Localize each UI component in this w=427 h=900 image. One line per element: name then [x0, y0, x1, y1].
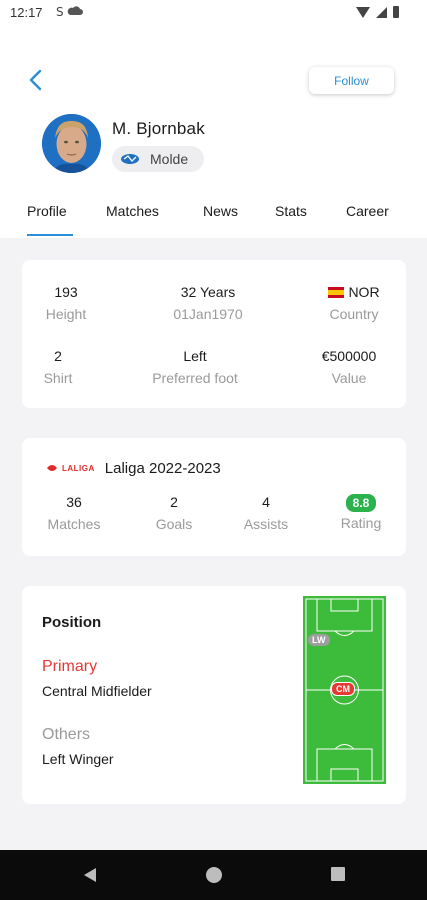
stat-foot: Left Preferred foot — [130, 348, 260, 386]
assists-value: 4 — [262, 494, 270, 510]
club-crest-icon — [121, 154, 139, 164]
tab-news[interactable]: News — [203, 203, 238, 219]
status-bar: 12:17 S — [0, 0, 427, 28]
primary-position: Central Midfielder — [42, 683, 152, 699]
battery-icon — [393, 6, 399, 18]
tab-stats[interactable]: Stats — [275, 203, 307, 219]
stat-age: 32 Years 01Jan1970 — [143, 284, 273, 322]
header-area: 12:17 S Follow M. Bjornbak Molde Profile… — [0, 0, 427, 238]
season-stats-card[interactable]: LALIGA Laliga 2022-2023 36 Matches 2 Goa… — [22, 438, 406, 556]
nav-recents-button[interactable] — [330, 866, 346, 887]
height-label: Height — [45, 306, 87, 322]
position-card: Position Primary Central Midfielder Othe… — [22, 586, 406, 804]
laliga-logo-icon — [47, 465, 57, 471]
nav-home-button[interactable] — [205, 866, 223, 889]
stat-shirt: 2 Shirt — [22, 348, 94, 386]
player-name: M. Bjornbak — [112, 119, 205, 138]
country-label: Country — [329, 306, 379, 322]
signal-icon — [376, 6, 387, 18]
rating-badge: 8.8 — [345, 494, 377, 512]
country-value: NOR — [314, 284, 394, 300]
stat-goals: 2 Goals — [136, 494, 212, 532]
market-value-label: Value — [331, 370, 367, 386]
tab-profile[interactable]: Profile — [27, 203, 67, 219]
foot-label: Preferred foot — [152, 370, 238, 386]
matches-label: Matches — [47, 516, 101, 532]
wifi-icon — [356, 6, 370, 18]
goals-label: Goals — [155, 516, 193, 532]
chevron-left-icon — [29, 69, 42, 91]
stat-country: NOR Country — [314, 284, 394, 322]
assists-label: Assists — [243, 516, 289, 532]
cloud-icon — [67, 6, 83, 15]
badge-lw: LW — [308, 634, 330, 646]
league-title: Laliga 2022-2023 — [104, 460, 221, 477]
stat-market-value: €500000 Value — [310, 348, 388, 386]
goals-value: 2 — [170, 494, 178, 510]
pitch-diagram: LW CM — [303, 596, 386, 784]
stat-assists: 4 Assists — [228, 494, 304, 532]
birthdate-label: 01Jan1970 — [173, 306, 243, 322]
stat-matches: 36 Matches — [36, 494, 112, 532]
tab-matches[interactable]: Matches — [106, 203, 159, 219]
back-button[interactable] — [24, 66, 48, 94]
laliga-logo: LALIGA — [46, 463, 95, 474]
badge-cm: CM — [331, 682, 355, 696]
player-info-card: 193 Height 32 Years 01Jan1970 NOR Countr… — [22, 260, 406, 408]
svg-text:S: S — [56, 5, 64, 19]
player-avatar — [42, 114, 101, 173]
back-triangle-icon — [84, 868, 96, 882]
position-title: Position — [42, 614, 102, 631]
home-circle-icon — [206, 867, 222, 883]
sim-icon: S — [56, 5, 84, 22]
club-name: Molde — [150, 151, 189, 167]
follow-button[interactable]: Follow — [309, 67, 394, 94]
others-label: Others — [42, 726, 91, 743]
tab-career[interactable]: Career — [346, 203, 389, 219]
league-row: LALIGA Laliga 2022-2023 — [46, 460, 221, 477]
shirt-value: 2 — [54, 348, 62, 364]
stat-height: 193 Height — [30, 284, 102, 322]
tab-bar: Profile Matches News Stats Career — [0, 198, 427, 238]
shirt-label: Shirt — [43, 370, 73, 386]
club-chip[interactable]: Molde — [112, 146, 204, 172]
foot-value: Left — [183, 348, 207, 364]
market-value: €500000 — [321, 348, 377, 364]
primary-label: Primary — [42, 658, 98, 675]
system-nav-bar — [0, 850, 427, 900]
country-code: NOR — [348, 284, 380, 300]
age-value: 32 Years — [180, 284, 236, 300]
matches-value: 36 — [66, 494, 82, 510]
spain-flag-icon — [328, 287, 345, 298]
stat-rating: 8.8 Rating — [324, 494, 398, 531]
nav-back-button[interactable] — [82, 866, 98, 889]
height-value: 193 — [54, 284, 78, 300]
recents-square-icon — [331, 867, 345, 881]
rating-label: Rating — [340, 515, 382, 531]
active-tab-indicator — [27, 234, 73, 236]
other-position: Left Winger — [42, 751, 114, 767]
status-time: 12:17 — [10, 5, 43, 20]
